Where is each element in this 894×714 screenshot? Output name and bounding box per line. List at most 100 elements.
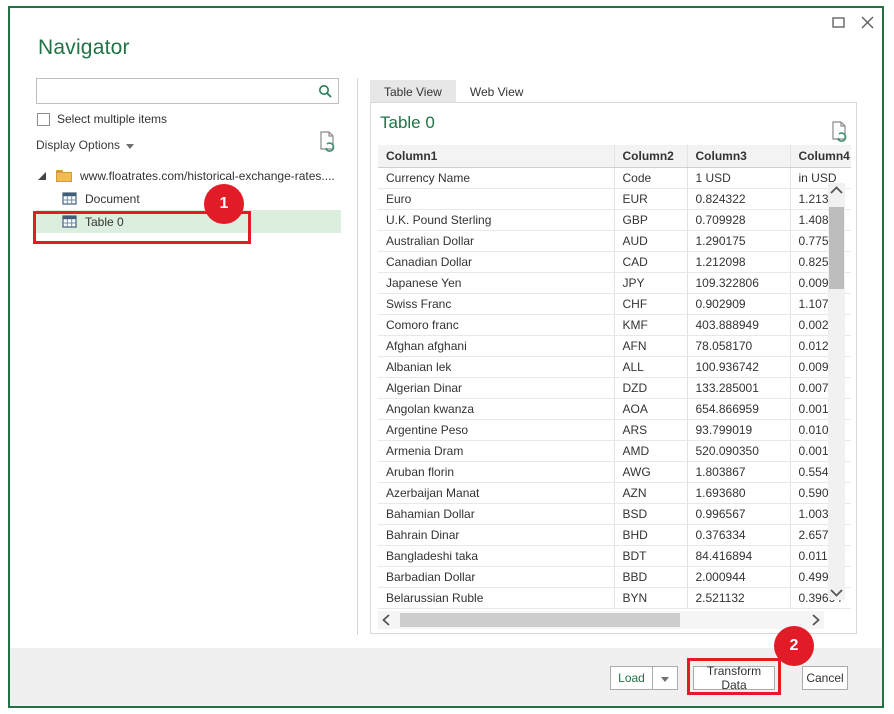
preview-tabs: Table View Web View: [370, 80, 537, 103]
expand-triangle-icon[interactable]: [38, 172, 46, 180]
tree-item-label: Table 0: [85, 215, 124, 229]
tree-root-item[interactable]: www.floatrates.com/historical-exchange-r…: [10, 164, 356, 187]
table-cell: Bahamian Dollar: [378, 503, 614, 524]
preview-table: Column1Column2Column3Column4 Currency Na…: [378, 145, 851, 610]
table-cell: 0.824322: [687, 188, 790, 209]
chevron-down-icon: [126, 144, 134, 149]
search-input[interactable]: [41, 80, 313, 102]
table-row: Armenia DramAMD520.0903500.00192: [378, 440, 851, 461]
refresh-preview-button[interactable]: [830, 120, 850, 147]
table-cell: AWG: [614, 461, 687, 482]
annotation-step2-badge: 2: [774, 626, 814, 666]
display-options-dropdown[interactable]: Display Options: [36, 138, 134, 152]
scroll-down-icon[interactable]: [830, 589, 843, 597]
cancel-button[interactable]: Cancel: [802, 666, 848, 690]
table-cell: Afghan afghani: [378, 335, 614, 356]
table-row: Australian DollarAUD1.2901750.77508: [378, 230, 851, 251]
table-cell: CHF: [614, 293, 687, 314]
scroll-up-icon[interactable]: [830, 186, 843, 194]
table-cell: 100.936742: [687, 356, 790, 377]
table-cell: 1.212098: [687, 251, 790, 272]
table-row: Aruban florinAWG1.8038670.55436: [378, 461, 851, 482]
table-cell: 2.521132: [687, 587, 790, 608]
table-cell: 403.888949: [687, 314, 790, 335]
load-dropdown-button[interactable]: [652, 666, 678, 690]
search-icon[interactable]: [318, 84, 333, 99]
table-row: Swiss FrancCHF0.9029091.10753: [378, 293, 851, 314]
horizontal-scrollbar[interactable]: [378, 611, 824, 629]
table-cell: Euro: [378, 188, 614, 209]
table-cell: Armenia Dram: [378, 440, 614, 461]
tab-table-view[interactable]: Table View: [370, 80, 456, 103]
table-cell: Currency Name: [378, 167, 614, 188]
transform-data-button[interactable]: Transform Data: [693, 666, 775, 690]
tab-web-view[interactable]: Web View: [456, 80, 538, 103]
maximize-button[interactable]: [830, 14, 847, 31]
preview-title: Table 0: [380, 113, 435, 133]
table-row: Algerian DinarDZD133.2850010.00750: [378, 377, 851, 398]
table-cell: 78.058170: [687, 335, 790, 356]
preview-table-body: Currency NameCode1 USDin USDEuroEUR0.824…: [378, 167, 851, 608]
table-cell: 84.416894: [687, 545, 790, 566]
table-row: Albanian lekALL100.9367420.00990: [378, 356, 851, 377]
table-row: Japanese YenJPY109.3228060.00914: [378, 272, 851, 293]
table-cell: AOA: [614, 398, 687, 419]
table-column-header: Column1: [378, 145, 614, 167]
refresh-button[interactable]: [318, 130, 338, 157]
refresh-document-icon: [830, 120, 850, 144]
chevron-down-icon: [661, 677, 669, 682]
page-title: Navigator: [38, 36, 130, 60]
table-cell: BDT: [614, 545, 687, 566]
tree-item-document[interactable]: Document: [10, 187, 356, 210]
table-cell: 2.000944: [687, 566, 790, 587]
scroll-right-icon[interactable]: [812, 614, 820, 626]
table-header-row: Column1Column2Column3Column4: [378, 145, 851, 167]
table-cell: 0.902909: [687, 293, 790, 314]
table-cell: 520.090350: [687, 440, 790, 461]
refresh-document-icon: [318, 130, 338, 154]
horizontal-scroll-thumb[interactable]: [400, 613, 680, 627]
table-cell: JPY: [614, 272, 687, 293]
table-row: Comoro francKMF403.8889490.00247: [378, 314, 851, 335]
table-cell: KMF: [614, 314, 687, 335]
table-cell: Code: [614, 167, 687, 188]
table-cell: 1 USD: [687, 167, 790, 188]
table-column-header: Column4: [790, 145, 851, 167]
table-cell: 0.709928: [687, 209, 790, 230]
table-cell: DZD: [614, 377, 687, 398]
scroll-left-icon[interactable]: [382, 614, 390, 626]
table-cell: ARS: [614, 419, 687, 440]
vertical-scrollbar[interactable]: [828, 183, 845, 600]
table-cell: AFN: [614, 335, 687, 356]
tree-root-label: www.floatrates.com/historical-exchange-r…: [80, 169, 335, 183]
table-cell: 0.996567: [687, 503, 790, 524]
tree-item-table0[interactable]: Table 0: [36, 210, 341, 233]
table-cell: BBD: [614, 566, 687, 587]
vertical-scroll-thumb[interactable]: [829, 207, 844, 289]
table-cell: 109.322806: [687, 272, 790, 293]
load-button[interactable]: Load: [610, 666, 652, 690]
table-row: Afghan afghaniAFN78.0581700.01281: [378, 335, 851, 356]
table-cell: Algerian Dinar: [378, 377, 614, 398]
table-cell: BYN: [614, 587, 687, 608]
table-row: Barbadian DollarBBD2.0009440.49976: [378, 566, 851, 587]
table-icon: [62, 215, 77, 228]
folder-icon: [56, 170, 72, 182]
close-button[interactable]: [859, 14, 876, 31]
table-cell: AUD: [614, 230, 687, 251]
table-row: Bahamian DollarBSD0.9965671.00344: [378, 503, 851, 524]
table-cell: Bangladeshi taka: [378, 545, 614, 566]
navigation-tree: www.floatrates.com/historical-exchange-r…: [10, 164, 356, 233]
table-column-header: Column2: [614, 145, 687, 167]
table-cell: GBP: [614, 209, 687, 230]
close-icon: [861, 16, 874, 29]
table-cell: Swiss Franc: [378, 293, 614, 314]
table-row: Bangladeshi takaBDT84.4168940.01184: [378, 545, 851, 566]
table-cell: Argentine Peso: [378, 419, 614, 440]
select-multiple-row: Select multiple items: [37, 112, 167, 126]
select-multiple-checkbox[interactable]: [37, 113, 50, 126]
table-cell: Bahrain Dinar: [378, 524, 614, 545]
table-cell: BHD: [614, 524, 687, 545]
table-cell: 0.376334: [687, 524, 790, 545]
table-column-header: Column3: [687, 145, 790, 167]
